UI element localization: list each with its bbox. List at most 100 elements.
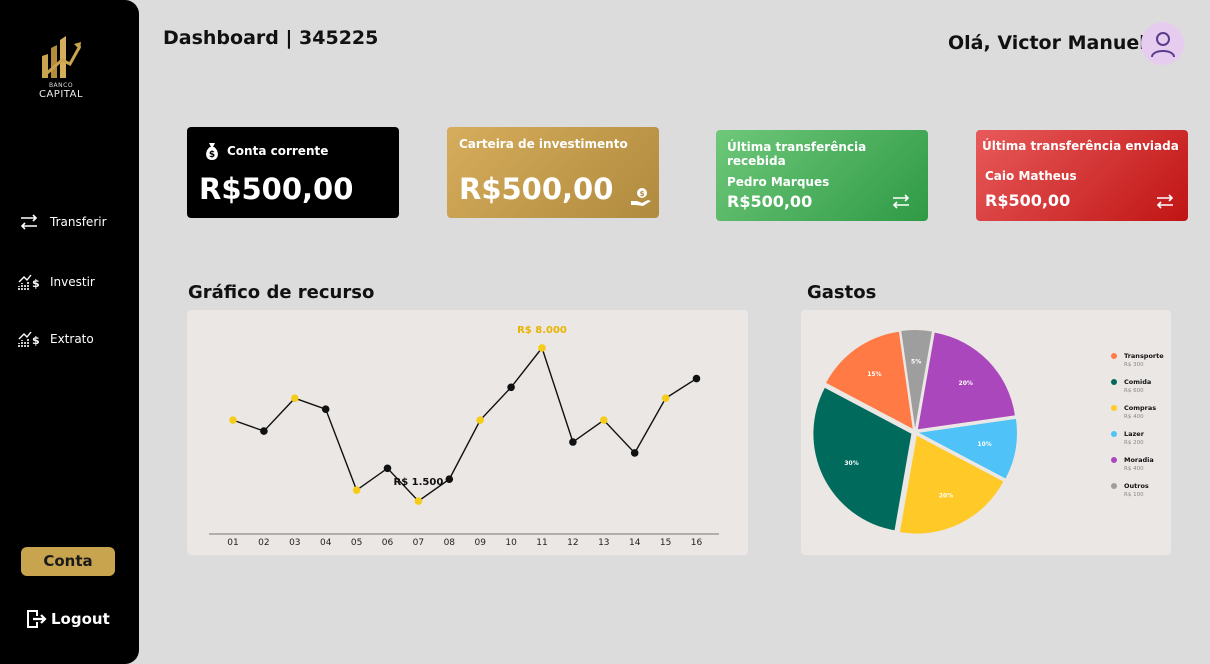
received-card-amount: R$500,00 [727, 192, 813, 211]
line-chart: 01 02 03 04 05 06 07 08 09 10 11 12 13 14 15 16 R$ 8.000… [209, 325, 719, 548]
data-point[interactable] [569, 438, 577, 446]
checking-account-card[interactable]: $ Conta corrente R$500,00 [187, 127, 399, 218]
legend-sublabel: R$ 200 [1124, 440, 1144, 446]
hand-coin-icon: $ [631, 188, 651, 206]
received-card-label: Última transferência recebida [727, 140, 867, 168]
data-point[interactable] [229, 416, 237, 424]
nav-investir-label: Investir [50, 275, 95, 289]
investment-card[interactable]: Carteira de investimento R$500,00 $ [447, 127, 659, 218]
investment-card-label: Carteira de investimento [459, 137, 628, 151]
pie-slice-label: 15% [867, 371, 881, 378]
pie-slice-label: 10% [977, 441, 991, 448]
logout-label: Logout [51, 610, 110, 628]
line-chart-panel: 01 02 03 04 05 06 07 08 09 10 11 12 13 14 15 16 R$ 8.000… [187, 310, 748, 555]
avatar[interactable] [1141, 22, 1184, 65]
last-received-card[interactable]: Última transferência recebida Pedro Marq… [716, 130, 928, 221]
series-line [232, 346, 697, 503]
svg-text:$: $ [32, 334, 40, 347]
x-tick-label: 08 [444, 538, 456, 548]
x-tick-label: 13 [598, 538, 609, 548]
x-tick-label: 01 [227, 538, 238, 548]
x-tick-label: 09 [474, 538, 486, 548]
money-bag-icon: $ [206, 143, 218, 160]
data-point[interactable] [291, 394, 299, 403]
legend-label: Outros [1124, 482, 1149, 490]
x-tick-label: 11 [536, 538, 547, 548]
data-point[interactable] [352, 486, 361, 494]
legend-label: Moradia [1124, 456, 1154, 464]
pie-chart: 20% 10% 20% 30% 15% 5% Transporte R$ 300 Comida R… [813, 330, 1164, 534]
x-tick-label: 07 [413, 538, 424, 548]
data-point[interactable] [260, 427, 268, 435]
x-tick-label: 14 [629, 538, 641, 548]
legend-sublabel: R$ 400 [1124, 414, 1144, 420]
data-point[interactable] [538, 344, 546, 352]
statement-chart-icon: $ [18, 331, 40, 347]
data-point[interactable] [321, 405, 330, 413]
x-tick-label: 10 [505, 538, 517, 548]
legend-swatch [1111, 483, 1117, 489]
data-point[interactable] [600, 416, 608, 424]
x-tick-label: 15 [660, 538, 671, 548]
nav-investir[interactable]: $ Investir [18, 273, 95, 291]
x-tick-label: 04 [320, 538, 332, 548]
data-annotation: R$ 8.000 [517, 325, 567, 336]
logo-text-bottom: CAPITAL [38, 89, 84, 100]
x-tick-label: 02 [258, 538, 269, 548]
user-greeting: Olá, Victor Manuel [948, 32, 1146, 54]
sent-card-name: Caio Matheus [985, 169, 1077, 183]
svg-text:$: $ [640, 190, 645, 198]
legend-label: Comida [1124, 378, 1151, 386]
legend-sublabel: R$ 400 [1124, 466, 1144, 472]
x-tick-label: 16 [691, 538, 703, 548]
data-annotation: R$ 1.500 [394, 477, 444, 488]
investment-card-amount: R$500,00 [459, 172, 614, 206]
data-point[interactable] [661, 394, 670, 403]
nav-extrato-label: Extrato [50, 332, 94, 346]
x-tick-label: 03 [289, 538, 300, 548]
pie-slice-label: 30% [844, 460, 858, 467]
transfer-arrows-icon [20, 214, 38, 230]
legend-swatch [1111, 379, 1117, 385]
data-point[interactable] [414, 497, 423, 505]
nav-transferir[interactable]: Transferir [18, 213, 107, 231]
data-point[interactable] [445, 475, 454, 484]
pie-slice-label: 5% [911, 358, 921, 365]
logo-text-top: BANCO [48, 82, 74, 89]
nav-extrato[interactable]: $ Extrato [18, 330, 94, 348]
data-point[interactable] [630, 449, 639, 457]
line-chart-title: Gráfico de recurso [188, 282, 375, 303]
bank-logo[interactable]: BANCO CAPITAL [34, 34, 88, 100]
invest-chart-icon: $ [18, 274, 40, 290]
sidebar: BANCO CAPITAL Transferir $ Investir $ Ex… [0, 0, 139, 664]
data-point[interactable] [383, 464, 392, 473]
legend-swatch [1111, 431, 1117, 437]
legend-sublabel: R$ 100 [1124, 492, 1144, 498]
logout-icon [27, 610, 47, 628]
pie-slice-label: 20% [959, 380, 973, 387]
logout-button[interactable]: Logout [26, 609, 110, 629]
legend-sublabel: R$ 300 [1124, 362, 1144, 368]
legend-label: Transporte [1124, 352, 1164, 360]
page-title: Dashboard | 345225 [163, 27, 379, 49]
last-sent-card[interactable]: Última transferência enviada Caio Matheu… [976, 130, 1188, 221]
legend-swatch [1111, 457, 1117, 463]
x-tick-label: 06 [382, 538, 394, 548]
transfer-arrows-icon [1156, 194, 1174, 209]
account-button[interactable]: Conta [21, 547, 115, 576]
checking-card-label: Conta corrente [227, 144, 329, 158]
legend-label: Lazer [1124, 430, 1145, 438]
legend-swatch [1111, 405, 1117, 411]
user-icon [1150, 31, 1175, 57]
sent-card-amount: R$500,00 [985, 191, 1071, 210]
x-tick-label: 12 [567, 538, 578, 548]
pie-chart-title: Gastos [807, 282, 877, 303]
svg-text:$: $ [32, 277, 40, 290]
nav-transferir-label: Transferir [50, 215, 107, 229]
data-point[interactable] [692, 374, 701, 383]
pie-slice-label: 20% [939, 492, 953, 499]
legend-label: Compras [1124, 404, 1156, 412]
received-card-name: Pedro Marques [727, 175, 830, 189]
data-point[interactable] [476, 416, 485, 424]
data-point[interactable] [507, 383, 515, 392]
